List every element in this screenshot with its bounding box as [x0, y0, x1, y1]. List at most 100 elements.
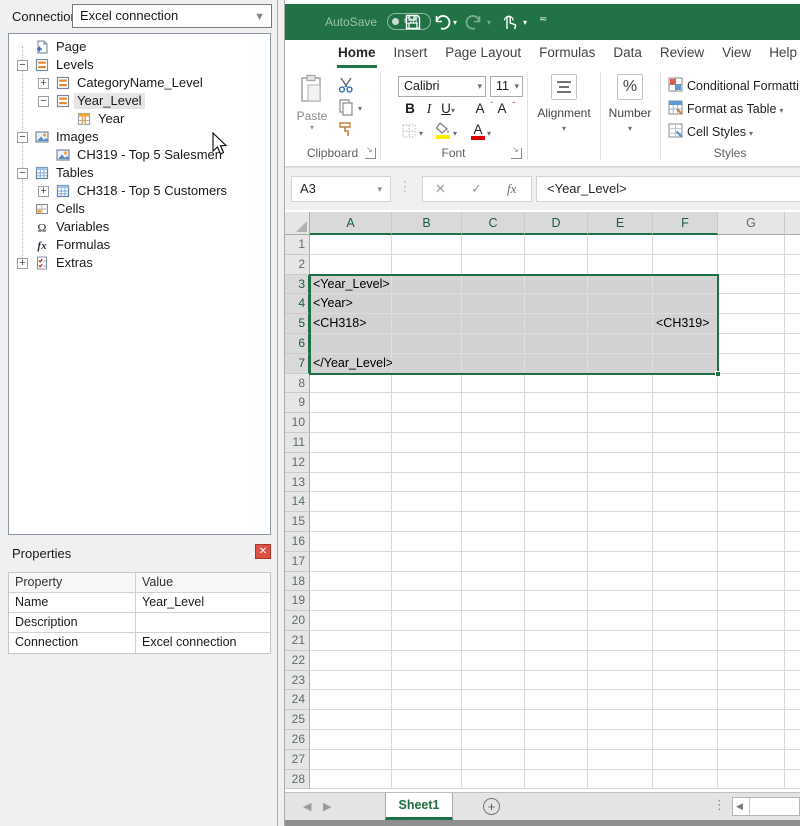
- cell-F10[interactable]: [653, 413, 718, 433]
- horizontal-scrollbar[interactable]: ◀: [732, 797, 800, 816]
- cell-D24[interactable]: [525, 690, 588, 710]
- cell-B22[interactable]: [392, 651, 462, 671]
- cell-G28[interactable]: [718, 770, 785, 790]
- clipboard-dialog-launcher-icon[interactable]: [365, 148, 376, 159]
- cell-A7[interactable]: </Year_Level>: [310, 354, 392, 374]
- cell-B5[interactable]: [392, 314, 462, 334]
- cell-partial-4[interactable]: [785, 294, 800, 314]
- font-color-button[interactable]: A: [469, 121, 487, 139]
- underline-dropdown-icon[interactable]: ▾: [451, 106, 455, 115]
- cell-D10[interactable]: [525, 413, 588, 433]
- cell-B16[interactable]: [392, 532, 462, 552]
- column-header-b[interactable]: B: [392, 212, 462, 235]
- cell-D12[interactable]: [525, 453, 588, 473]
- font-dialog-launcher-icon[interactable]: [511, 148, 522, 159]
- cell-C1[interactable]: [462, 235, 525, 255]
- cell-F3[interactable]: [653, 275, 718, 295]
- paste-button[interactable]: Paste ▾: [293, 74, 331, 142]
- tabbar-resize-handle[interactable]: ⋮: [713, 797, 726, 813]
- cell-E25[interactable]: [588, 710, 653, 730]
- cell-C24[interactable]: [462, 690, 525, 710]
- cell-G25[interactable]: [718, 710, 785, 730]
- save-icon[interactable]: [403, 12, 423, 32]
- borders-button[interactable]: [401, 123, 419, 141]
- cell-A19[interactable]: [310, 591, 392, 611]
- properties-row-description[interactable]: Description: [9, 613, 270, 633]
- cell-G4[interactable]: [718, 294, 785, 314]
- cell-C23[interactable]: [462, 671, 525, 691]
- cell-G2[interactable]: [718, 255, 785, 275]
- properties-row-name[interactable]: NameYear_Level: [9, 593, 270, 613]
- cell-partial-18[interactable]: [785, 572, 800, 592]
- cell-E16[interactable]: [588, 532, 653, 552]
- cell-E23[interactable]: [588, 671, 653, 691]
- row-header-4[interactable]: 4: [285, 294, 310, 314]
- ribbon-tab-review[interactable]: Review: [651, 40, 713, 68]
- cell-partial-3[interactable]: [785, 275, 800, 295]
- cell-A14[interactable]: [310, 492, 392, 512]
- row-header-11[interactable]: 11: [285, 433, 310, 453]
- cell-partial-21[interactable]: [785, 631, 800, 651]
- copy-dropdown-icon[interactable]: ▾: [358, 104, 362, 113]
- cell-E2[interactable]: [588, 255, 653, 275]
- cell-D11[interactable]: [525, 433, 588, 453]
- cell-D27[interactable]: [525, 750, 588, 770]
- cell-B8[interactable]: [392, 374, 462, 394]
- cell-partial-7[interactable]: [785, 354, 800, 374]
- cell-C8[interactable]: [462, 374, 525, 394]
- cell-D19[interactable]: [525, 591, 588, 611]
- cell-partial-19[interactable]: [785, 591, 800, 611]
- cell-A22[interactable]: [310, 651, 392, 671]
- cell-G9[interactable]: [718, 393, 785, 413]
- row-header-20[interactable]: 20: [285, 611, 310, 631]
- cell-E15[interactable]: [588, 512, 653, 532]
- cell-E5[interactable]: [588, 314, 653, 334]
- cell-A27[interactable]: [310, 750, 392, 770]
- expand-icon[interactable]: +: [38, 186, 49, 197]
- ribbon-tab-formulas[interactable]: Formulas: [530, 40, 604, 68]
- cell-G20[interactable]: [718, 611, 785, 631]
- cell-A3[interactable]: <Year_Level>: [310, 275, 392, 295]
- cell-B20[interactable]: [392, 611, 462, 631]
- row-header-19[interactable]: 19: [285, 591, 310, 611]
- cell-B23[interactable]: [392, 671, 462, 691]
- cell-C21[interactable]: [462, 631, 525, 651]
- cell-B12[interactable]: [392, 453, 462, 473]
- enter-icon[interactable]: ✓: [471, 177, 482, 201]
- cell-C16[interactable]: [462, 532, 525, 552]
- format-as-table-button[interactable]: Format as Table▾: [668, 99, 783, 119]
- cell-E17[interactable]: [588, 552, 653, 572]
- tree-item-ch318-top-5-customers[interactable]: +CH318 - Top 5 Customers: [9, 182, 270, 200]
- cell-G27[interactable]: [718, 750, 785, 770]
- cell-B6[interactable]: [392, 334, 462, 354]
- cell-A21[interactable]: [310, 631, 392, 651]
- cell-C4[interactable]: [462, 294, 525, 314]
- cell-D5[interactable]: [525, 314, 588, 334]
- tree-item-page[interactable]: Page: [9, 38, 270, 56]
- cell-C7[interactable]: [462, 354, 525, 374]
- cell-partial-12[interactable]: [785, 453, 800, 473]
- cell-F13[interactable]: [653, 473, 718, 493]
- cell-G12[interactable]: [718, 453, 785, 473]
- cell-partial-10[interactable]: [785, 413, 800, 433]
- cell-F25[interactable]: [653, 710, 718, 730]
- cell-F22[interactable]: [653, 651, 718, 671]
- cell-C13[interactable]: [462, 473, 525, 493]
- cell-G23[interactable]: [718, 671, 785, 691]
- cell-D22[interactable]: [525, 651, 588, 671]
- cell-partial-27[interactable]: [785, 750, 800, 770]
- properties-row-connection[interactable]: ConnectionExcel connection: [9, 633, 270, 653]
- row-header-6[interactable]: 6: [285, 334, 310, 354]
- row-header-16[interactable]: 16: [285, 532, 310, 552]
- cell-F11[interactable]: [653, 433, 718, 453]
- cell-A1[interactable]: [310, 235, 392, 255]
- cell-partial-22[interactable]: [785, 651, 800, 671]
- cell-E28[interactable]: [588, 770, 653, 790]
- cell-G7[interactable]: [718, 354, 785, 374]
- cell-partial-9[interactable]: [785, 393, 800, 413]
- cell-G26[interactable]: [718, 730, 785, 750]
- cell-E8[interactable]: [588, 374, 653, 394]
- tree-item-year-level[interactable]: −Year_Level: [9, 92, 270, 110]
- cell-F26[interactable]: [653, 730, 718, 750]
- cell-D3[interactable]: [525, 275, 588, 295]
